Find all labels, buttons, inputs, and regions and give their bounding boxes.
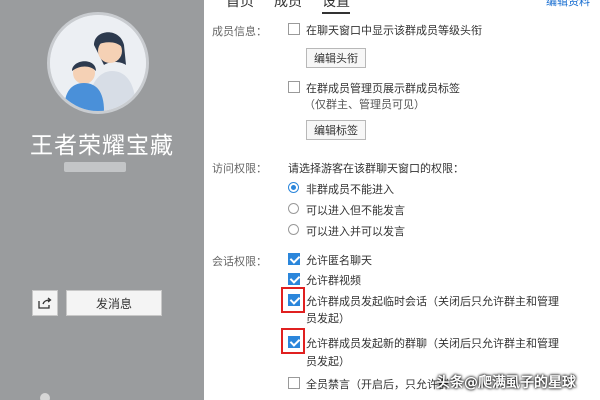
group-avatar[interactable] bbox=[47, 12, 149, 114]
group-video-checkbox[interactable] bbox=[288, 273, 300, 285]
edit-profile-link[interactable]: 编辑资料 bbox=[546, 0, 590, 9]
session-option-video[interactable]: 允许群视频 bbox=[288, 272, 361, 288]
access-label: 访问权限： bbox=[212, 162, 267, 175]
group-profile-panel: 王者荣耀宝藏 发消息 bbox=[0, 0, 204, 400]
access-radio-enter-no-speak[interactable] bbox=[288, 203, 299, 214]
member-tag-note: （仅群主、管理员可见） bbox=[304, 98, 425, 111]
session-option-label: 允许群视频 bbox=[306, 274, 361, 287]
group-avatar-icon bbox=[50, 15, 146, 111]
highlight-box-temp-chat bbox=[281, 287, 305, 313]
share-icon bbox=[38, 297, 52, 309]
session-option-temp-chat[interactable]: 允许群成员发起临时会话（关闭后只允许群主和管理 bbox=[288, 293, 559, 309]
group-name: 王者荣耀宝藏 bbox=[30, 133, 174, 159]
access-prompt: 请选择游客在该群聊天窗口的权限： bbox=[288, 160, 464, 176]
access-radio-no-entry[interactable] bbox=[288, 182, 299, 193]
watermark: 头条@爬满虱子的星球 bbox=[436, 375, 576, 391]
member-title-option[interactable]: 在聊天窗口中显示该群成员等级头衔 bbox=[288, 22, 482, 38]
status-icon bbox=[40, 393, 50, 400]
edit-title-button[interactable]: 编辑头衔 bbox=[306, 48, 366, 68]
access-option-enter-speak[interactable]: 可以进入并可以发言 bbox=[288, 223, 405, 239]
new-group-label-line2: 员发起） bbox=[306, 355, 350, 368]
session-option-label: 全员禁言（开启后，只允许群 bbox=[306, 378, 449, 391]
session-option-new-group[interactable]: 允许群成员发起新的群聊（关闭后只允许群主和管理 bbox=[288, 335, 559, 351]
access-radio-enter-speak[interactable] bbox=[288, 224, 299, 235]
access-option-label: 非群成员不能进入 bbox=[306, 183, 394, 196]
member-tag-option-label: 在群成员管理页展示群成员标签 bbox=[306, 82, 460, 95]
highlight-box-new-group bbox=[281, 328, 305, 354]
settings-panel: 首页 成员 设置 编辑资料 成员信息： 在聊天窗口中显示该群成员等级头衔 编辑头… bbox=[204, 0, 600, 400]
session-option-label: 允许群成员发起新的群聊（关闭后只允许群主和管理 bbox=[306, 337, 559, 350]
tab-settings[interactable]: 设置 bbox=[322, 0, 350, 14]
session-option-anonymous[interactable]: 允许匿名聊天 bbox=[288, 252, 372, 268]
member-tag-option[interactable]: 在群成员管理页展示群成员标签 bbox=[288, 80, 460, 96]
session-option-label: 允许匿名聊天 bbox=[306, 254, 372, 267]
access-prompt-text: 请选择游客在该群聊天窗口的权限： bbox=[288, 162, 464, 175]
member-tag-checkbox[interactable] bbox=[288, 81, 300, 93]
group-id-blurred bbox=[64, 162, 126, 172]
access-option-no-entry[interactable]: 非群成员不能进入 bbox=[288, 181, 394, 197]
member-title-checkbox[interactable] bbox=[288, 23, 300, 35]
member-title-option-label: 在聊天窗口中显示该群成员等级头衔 bbox=[306, 24, 482, 37]
tab-members[interactable]: 成员 bbox=[274, 0, 302, 14]
send-message-button[interactable]: 发消息 bbox=[66, 290, 162, 316]
share-button[interactable] bbox=[32, 290, 58, 316]
anonymous-chat-checkbox[interactable] bbox=[288, 253, 300, 265]
access-option-label: 可以进入但不能发言 bbox=[306, 204, 405, 217]
tab-bar: 首页 成员 设置 bbox=[226, 0, 350, 14]
session-label: 会话权限： bbox=[212, 255, 267, 268]
access-option-enter-no-speak[interactable]: 可以进入但不能发言 bbox=[288, 202, 405, 218]
access-option-label: 可以进入并可以发言 bbox=[306, 225, 405, 238]
temp-chat-label-line2: 员发起） bbox=[306, 312, 350, 325]
mute-all-checkbox[interactable] bbox=[288, 377, 300, 389]
edit-tag-button[interactable]: 编辑标签 bbox=[306, 120, 366, 140]
session-option-label: 允许群成员发起临时会话（关闭后只允许群主和管理 bbox=[306, 295, 559, 308]
member-info-label: 成员信息： bbox=[212, 25, 267, 38]
session-option-mute-all[interactable]: 全员禁言（开启后，只允许群 bbox=[288, 376, 449, 392]
tab-home[interactable]: 首页 bbox=[226, 0, 254, 14]
